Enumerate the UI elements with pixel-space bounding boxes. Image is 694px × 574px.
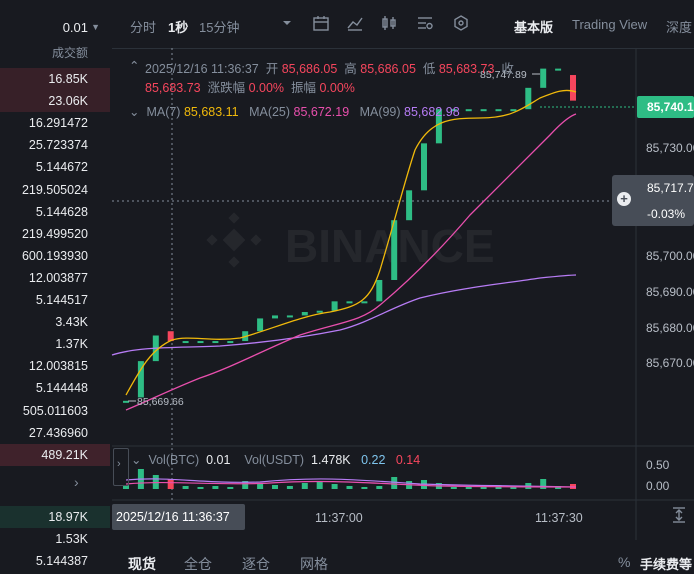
add-order-icon[interactable]: + bbox=[617, 192, 631, 206]
candle bbox=[272, 315, 278, 319]
candle bbox=[421, 143, 427, 191]
candle bbox=[331, 301, 338, 311]
volume-bar bbox=[182, 486, 189, 489]
volume-bar bbox=[361, 487, 368, 489]
candle bbox=[555, 68, 562, 71]
candle bbox=[346, 301, 353, 304]
volume-bar bbox=[346, 486, 353, 489]
volume-bar bbox=[152, 475, 159, 489]
volume-bar bbox=[212, 486, 219, 489]
price-axis-label: 85,680.00 bbox=[646, 320, 694, 335]
candle bbox=[510, 109, 517, 112]
ma-legend: ⌄ MA(7) 85,683.11 MA(25) 85,672.19 MA(99… bbox=[129, 105, 460, 119]
volume-bar bbox=[450, 487, 457, 489]
crosshair-time-tag: 2025/12/16 11:36:37 bbox=[112, 504, 245, 530]
ma99-line bbox=[111, 274, 577, 356]
volume-bar bbox=[197, 487, 204, 489]
collapse-chevron-icon[interactable]: ⌃ bbox=[129, 58, 139, 73]
time-axis-label: 11:37:00 bbox=[315, 511, 363, 525]
vol-axis-label: 0.50 bbox=[646, 458, 670, 472]
candle bbox=[182, 341, 189, 344]
candle bbox=[376, 279, 383, 302]
volume-bar bbox=[376, 486, 383, 489]
watermark-text: BINANCE bbox=[285, 220, 495, 272]
candle bbox=[495, 109, 502, 112]
candle bbox=[301, 312, 308, 316]
candle bbox=[480, 109, 487, 112]
crosshair-price-tag: + 85,717.7 -0.03% bbox=[612, 175, 694, 226]
price-axis-label: 85,670.00 bbox=[646, 356, 694, 371]
candle bbox=[361, 301, 368, 304]
fee-link[interactable]: 手续费等 bbox=[640, 554, 692, 573]
binance-logo-watermark bbox=[206, 212, 262, 268]
candle bbox=[316, 310, 323, 313]
collapse-chevron-icon: ⌄ bbox=[131, 453, 142, 467]
vol-axis-label: 0.00 bbox=[646, 479, 670, 493]
candle bbox=[540, 68, 547, 88]
volume-bar bbox=[480, 487, 487, 489]
volume-bar bbox=[391, 477, 398, 489]
time-axis-label: 11:37:30 bbox=[535, 511, 583, 525]
price-axis-label: 85,700.00 bbox=[646, 248, 694, 263]
price-axis-label: 85,730.00 bbox=[646, 141, 694, 155]
volume-legend: ⌄ Vol(BTC) 0.01 Vol(USDT) 1.478K 0.22 0.… bbox=[131, 453, 421, 467]
percent-icon[interactable]: % bbox=[618, 554, 630, 570]
volume-bar bbox=[331, 484, 338, 489]
candle bbox=[227, 341, 234, 344]
candle bbox=[197, 341, 204, 344]
last-price-tag: 85,740.1 bbox=[637, 96, 694, 118]
candle bbox=[212, 341, 219, 344]
tab-isolated[interactable]: 逐仓 bbox=[242, 554, 270, 574]
volume-bar bbox=[167, 479, 174, 489]
collapse-chevron-icon: ⌄ bbox=[129, 105, 140, 119]
volume-bar bbox=[316, 481, 323, 489]
ohlc-legend-row2: 85,683.73 涨跌幅 0.00% 振幅 0.00% bbox=[145, 81, 355, 95]
volume-bar bbox=[286, 486, 293, 489]
ohlc-legend-row1: 2025/12/16 11:36:37 开 85,686.05 高 85,686… bbox=[145, 62, 514, 76]
candle bbox=[570, 75, 576, 101]
candle bbox=[257, 318, 264, 332]
trade-tabs: 现货 全仓 逐仓 网格 % 手续费等 bbox=[112, 540, 694, 574]
candle bbox=[465, 109, 472, 112]
volume-bar bbox=[301, 483, 308, 489]
tab-cross[interactable]: 全仓 bbox=[184, 554, 212, 574]
candle bbox=[286, 315, 293, 318]
fit-range-icon[interactable] bbox=[670, 506, 688, 524]
low-marker: 85,669.66 bbox=[137, 396, 184, 408]
expand-volume-button[interactable]: › bbox=[113, 448, 129, 486]
volume-bar bbox=[272, 485, 278, 489]
price-axis-label: 85,690.00 bbox=[646, 284, 694, 299]
volume-bar bbox=[227, 487, 234, 489]
tab-grid[interactable]: 网格 bbox=[300, 554, 328, 574]
candle bbox=[406, 190, 413, 221]
tab-spot[interactable]: 现货 bbox=[128, 554, 156, 574]
